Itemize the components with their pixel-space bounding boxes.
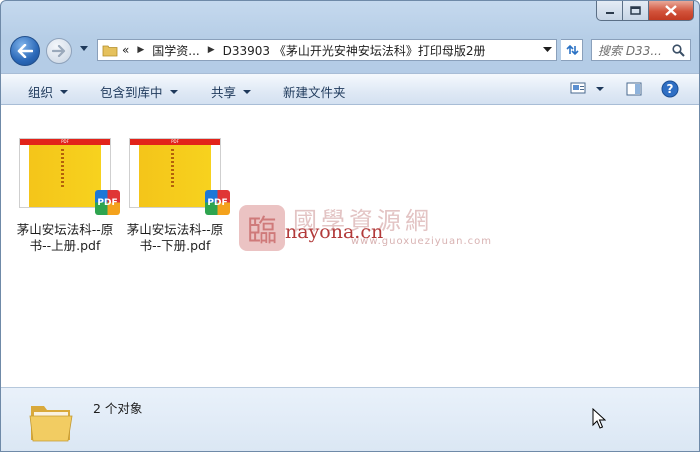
folder-icon	[102, 45, 118, 57]
caption-buttons	[596, 1, 694, 21]
pdf-thumbnail: PDF PDF	[129, 138, 230, 215]
include-in-library-menu[interactable]: 包含到库中	[100, 82, 178, 101]
file-item[interactable]: PDF PDF 茅山安坛法科--原书--上册.pdf	[11, 138, 120, 254]
chevron-down-icon	[60, 89, 69, 94]
breadcrumb-separator-icon[interactable]: ▶	[137, 45, 144, 55]
folder-icon	[29, 406, 73, 442]
back-arrow-icon	[17, 44, 33, 58]
address-bar[interactable]: « ▶ 国学资... ▶ D33903 《茅山开光安神安坛法科》打印母版2册	[97, 39, 557, 61]
share-menu[interactable]: 共享	[211, 82, 252, 101]
pdf-icon: PDF	[205, 190, 230, 215]
file-name[interactable]: 茅山安坛法科--原书--下册.pdf	[121, 222, 229, 254]
refresh-icon	[565, 44, 579, 56]
search-box[interactable]: 搜索 D33...	[591, 39, 691, 61]
view-icon[interactable]	[570, 81, 586, 95]
breadcrumb-overflow[interactable]: «	[122, 43, 129, 57]
breadcrumb-item-current[interactable]: D33903 《茅山开光安神安坛法科》打印母版2册	[223, 42, 486, 59]
search-input[interactable]: 搜索 D33...	[598, 42, 670, 59]
forward-arrow-icon	[52, 45, 66, 57]
breadcrumb-separator-icon[interactable]: ▶	[208, 45, 215, 55]
pdf-icon: PDF	[95, 190, 120, 215]
pdf-thumbnail: PDF PDF	[19, 138, 120, 215]
maximize-icon	[630, 6, 641, 15]
watermark: 臨 國學資源網 nayona.cn www.guoxueziyuan.com	[239, 201, 491, 261]
mouse-cursor-icon	[592, 408, 606, 429]
forward-button[interactable]	[46, 38, 72, 64]
history-dropdown-icon[interactable]	[79, 45, 89, 53]
watermark-logo: 臨	[239, 205, 285, 251]
breadcrumb-item-guoxue[interactable]: 国学资...	[152, 42, 199, 59]
help-icon[interactable]: ?	[661, 80, 679, 98]
navigation-bar: « ▶ 国学资... ▶ D33903 《茅山开光安神安坛法科》打印母版2册 搜…	[1, 33, 699, 69]
close-icon	[665, 5, 677, 16]
chevron-down-icon	[169, 89, 178, 94]
breadcrumb: « ▶ 国学资... ▶ D33903 《茅山开光安神安坛法科》打印母版2册	[122, 42, 486, 59]
back-button[interactable]	[10, 36, 40, 66]
search-icon[interactable]	[672, 44, 685, 57]
organize-menu[interactable]: 组织	[28, 82, 69, 101]
explorer-window: « ▶ 国学资... ▶ D33903 《茅山开光安神安坛法科》打印母版2册 搜…	[0, 0, 700, 452]
svg-text:?: ?	[667, 82, 674, 96]
new-folder-label: 新建文件夹	[283, 85, 346, 100]
minimize-icon	[605, 11, 614, 14]
file-list[interactable]: PDF PDF 茅山安坛法科--原书--上册.pdf PDF PDF 茅山安坛法…	[1, 105, 699, 387]
minimize-button[interactable]	[596, 1, 623, 21]
item-count: 2 个对象	[93, 401, 143, 416]
refresh-button[interactable]	[561, 39, 583, 61]
file-name[interactable]: 茅山安坛法科--原书--上册.pdf	[11, 222, 119, 254]
watermark-url: www.guoxueziyuan.com	[351, 236, 492, 247]
organize-label: 组织	[28, 85, 54, 100]
file-item[interactable]: PDF PDF 茅山安坛法科--原书--下册.pdf	[121, 138, 230, 254]
cover-title-strip	[61, 149, 65, 189]
command-bar: 组织 包含到库中 共享 新建文件夹 ?	[1, 73, 699, 105]
view-dropdown-icon[interactable]	[596, 87, 604, 91]
new-folder-button[interactable]: 新建文件夹	[283, 82, 346, 101]
cover-title-strip	[171, 149, 175, 189]
preview-pane-icon[interactable]	[626, 81, 642, 97]
maximize-button[interactable]	[623, 1, 649, 21]
address-dropdown-icon[interactable]	[543, 47, 552, 53]
share-label: 共享	[211, 85, 237, 100]
close-button[interactable]	[649, 1, 694, 21]
chevron-down-icon	[243, 89, 252, 94]
include-in-library-label: 包含到库中	[100, 85, 163, 100]
